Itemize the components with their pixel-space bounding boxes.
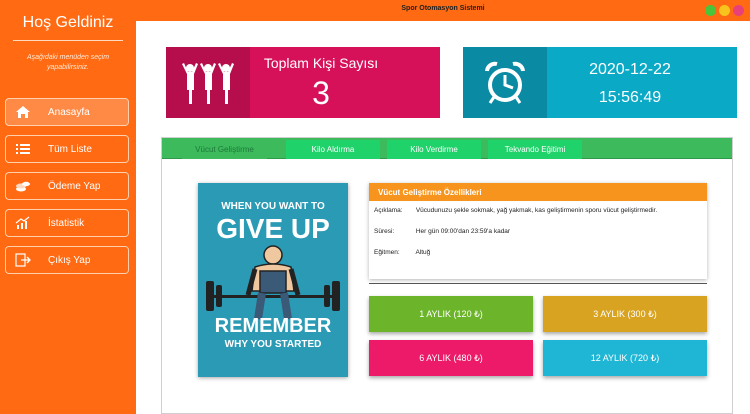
weightlifter-illustration <box>206 245 340 320</box>
duration-row: Süresi: Her gün 09:00'dan 23:59'a kadar <box>374 228 510 235</box>
divider <box>13 40 123 41</box>
people-icon <box>166 47 250 118</box>
section-divider <box>369 283 707 284</box>
chart-icon <box>14 215 32 231</box>
maximize-button[interactable] <box>705 5 716 16</box>
home-icon <box>14 104 32 120</box>
sidebar-item-label: Ödeme Yap <box>48 180 101 192</box>
total-people-label: Toplam Kişi Sayısı <box>263 55 379 71</box>
total-people-count: 3 <box>312 75 330 111</box>
current-date: 2020-12-22 <box>589 61 671 78</box>
alarm-clock-icon <box>463 47 547 118</box>
close-button[interactable] <box>733 5 744 16</box>
current-time: 15:56:49 <box>598 89 662 106</box>
coins-icon <box>14 178 32 194</box>
duration-label: Süresi: <box>374 228 395 235</box>
description-value: Vücudunuzu şekle sokmak, yağ yakmak, kas… <box>415 207 658 214</box>
total-people-card: Toplam Kişi Sayısı 3 <box>166 47 440 118</box>
program-panel: Vücut Geliştirme Kilo Aldırma Kilo Verdi… <box>161 137 733 414</box>
trainer-value: Altuğ <box>415 249 431 256</box>
sidebar-item-logout[interactable]: Çıkış Yap <box>5 246 129 274</box>
window-title: Spor Otomasyon Sistemi <box>401 5 485 12</box>
tab-bodybuilding[interactable]: Vücut Geliştirme <box>182 140 267 159</box>
sidebar-item-payment[interactable]: Ödeme Yap <box>5 172 129 200</box>
motivation-poster: WHEN YOU WANT TO GIVE UP REMEMBER WHY YO… <box>198 183 348 377</box>
tab-weight-gain[interactable]: Kilo Aldırma <box>286 140 380 159</box>
exit-icon <box>14 252 32 268</box>
window-controls <box>705 5 744 16</box>
welcome-subtitle: Aşağıdaki menüden seçim yapabilirsiniz. <box>26 54 110 71</box>
welcome-title: Hoş Geldiniz <box>22 14 114 31</box>
sidebar-item-label: İstatistik <box>48 217 85 229</box>
sidebar-item-label: Anasayfa <box>48 106 90 118</box>
tab-weight-loss[interactable]: Kilo Verdirme <box>387 140 481 159</box>
program-details-title: Vücut Geliştirme Özellikleri <box>369 183 707 201</box>
plan-1-month-button[interactable]: 1 AYLIK (120 ₺) <box>369 296 533 332</box>
plan-3-month-button[interactable]: 3 AYLIK (300 ₺) <box>543 296 707 332</box>
tab-taekwondo[interactable]: Tekvando Eğitimi <box>488 140 582 159</box>
title-bar: Spor Otomasyon Sistemi <box>136 0 750 21</box>
program-tabs: Vücut Geliştirme Kilo Aldırma Kilo Verdi… <box>162 138 732 159</box>
description-row: Açıklama: Vücudunuzu şekle sokmak, yağ y… <box>374 207 657 214</box>
list-icon <box>14 141 32 157</box>
sidebar-item-label: Çıkış Yap <box>48 254 91 266</box>
program-details-card: Vücut Geliştirme Özellikleri Açıklama: V… <box>369 183 707 279</box>
sidebar: Hoş Geldiniz Aşağıdaki menüden seçim yap… <box>0 0 136 414</box>
poster-line-4: WHY YOU STARTED <box>224 339 322 350</box>
datetime-card: 2020-12-22 15:56:49 <box>463 47 737 118</box>
trainer-row: Eğitmen: Altuğ <box>374 249 430 256</box>
minimize-button[interactable] <box>719 5 730 16</box>
trainer-label: Eğitmen: <box>374 249 400 256</box>
plan-12-month-button[interactable]: 12 AYLIK (720 ₺) <box>543 340 707 376</box>
plan-6-month-button[interactable]: 6 AYLIK (480 ₺) <box>369 340 533 376</box>
sidebar-item-statistics[interactable]: İstatistik <box>5 209 129 237</box>
duration-value: Her gün 09:00'dan 23:59'a kadar <box>415 228 511 235</box>
sidebar-item-all-list[interactable]: Tüm Liste <box>5 135 129 163</box>
poster-line-1: WHEN YOU WANT TO <box>221 201 325 212</box>
poster-line-3: REMEMBER <box>214 315 332 337</box>
sidebar-menu: Anasayfa Tüm Liste Ödeme Yap İstatistik … <box>5 98 129 283</box>
sidebar-item-home[interactable]: Anasayfa <box>5 98 129 126</box>
description-label: Açıklama: <box>374 207 403 214</box>
sidebar-item-label: Tüm Liste <box>48 143 92 155</box>
